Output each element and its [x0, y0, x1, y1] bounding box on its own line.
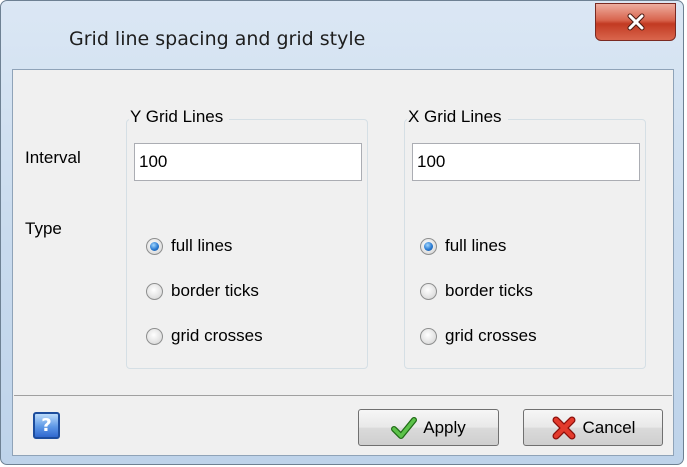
apply-label: Apply: [423, 417, 466, 437]
interval-label: Interval: [25, 148, 81, 167]
y-border-ticks-radio[interactable]: [146, 282, 163, 300]
y-border-ticks-label: border ticks: [171, 281, 259, 300]
checkmark-icon: [391, 416, 418, 439]
y-border-ticks-option[interactable]: border ticks: [146, 281, 259, 301]
button-bar: ? Apply Cancel: [13, 396, 673, 456]
close-icon: [627, 13, 644, 31]
x-grid-crosses-label: grid crosses: [445, 326, 537, 345]
close-button[interactable]: [595, 3, 676, 41]
y-grid-crosses-label: grid crosses: [171, 326, 263, 345]
x-grid-lines-title: X Grid Lines: [407, 107, 508, 127]
x-grid-crosses-option[interactable]: grid crosses: [420, 326, 537, 346]
settings-panel: Interval Type Y Grid Lines full lines bo…: [14, 71, 672, 396]
y-grid-crosses-radio[interactable]: [146, 327, 163, 345]
cancel-label: Cancel: [582, 417, 636, 437]
y-interval-input[interactable]: [134, 143, 362, 181]
x-border-ticks-option[interactable]: border ticks: [420, 281, 533, 301]
x-full-lines-label: full lines: [445, 236, 507, 255]
y-grid-lines-title: Y Grid Lines: [129, 107, 230, 127]
cancel-button[interactable]: Cancel: [523, 409, 663, 446]
apply-button[interactable]: Apply: [358, 409, 499, 446]
x-full-lines-option[interactable]: full lines: [420, 236, 506, 256]
y-full-lines-option[interactable]: full lines: [146, 236, 232, 256]
type-label: Type: [25, 219, 62, 238]
dialog-client-area: Interval Type Y Grid Lines full lines bo…: [12, 69, 674, 456]
x-interval-input[interactable]: [412, 143, 640, 181]
dialog-window: Grid line spacing and grid style Interva…: [0, 0, 684, 465]
window-title: Grid line spacing and grid style: [69, 28, 366, 50]
help-button[interactable]: ?: [33, 412, 60, 439]
x-border-ticks-radio[interactable]: [420, 282, 437, 300]
cross-icon: [552, 416, 576, 439]
help-icon: ?: [41, 415, 52, 436]
x-full-lines-radio[interactable]: [420, 237, 437, 255]
y-full-lines-radio[interactable]: [146, 237, 163, 255]
x-border-ticks-label: border ticks: [445, 281, 533, 300]
x-grid-crosses-radio[interactable]: [420, 327, 437, 345]
y-full-lines-label: full lines: [171, 236, 233, 255]
y-grid-crosses-option[interactable]: grid crosses: [146, 326, 263, 346]
